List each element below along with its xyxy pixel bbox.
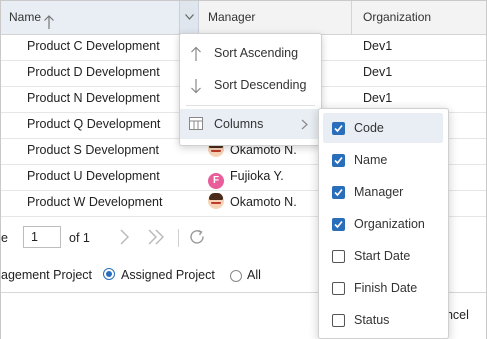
- arrow-up-icon: [190, 46, 202, 65]
- checkbox[interactable]: [332, 122, 345, 135]
- column-toggle-label: Name: [354, 153, 388, 167]
- checkbox[interactable]: [332, 154, 345, 167]
- column-toggle-label: Status: [354, 313, 390, 327]
- check-icon: [334, 124, 343, 133]
- last-page-button[interactable]: [146, 228, 166, 249]
- cell-manager: Okamoto N.: [208, 190, 297, 215]
- column-toggle-label: Start Date: [354, 249, 411, 263]
- column-toggle-status[interactable]: Status: [323, 305, 443, 335]
- check-icon: [334, 188, 343, 197]
- cell-name: Product W Development: [27, 195, 163, 209]
- column-toggle-organization[interactable]: Organization: [323, 209, 443, 239]
- refresh-button[interactable]: [188, 228, 207, 250]
- check-icon: [334, 220, 343, 229]
- menu-item-label: Sort Descending: [214, 78, 307, 92]
- divider: [178, 229, 179, 247]
- column-toggle-manager[interactable]: Manager: [323, 177, 443, 207]
- checkbox[interactable]: [332, 250, 345, 263]
- refresh-icon: [190, 229, 204, 244]
- column-header-manager[interactable]: Manager: [200, 1, 352, 34]
- cell-name: Product N Development: [27, 91, 160, 105]
- menu-item-sort-ascending[interactable]: Sort Ascending: [180, 38, 321, 68]
- manager-name: Fujioka Y.: [230, 169, 284, 183]
- filter-option-all-label[interactable]: All: [247, 268, 261, 282]
- checkbox[interactable]: [332, 186, 345, 199]
- column-toggle-finish-date[interactable]: Finish Date: [323, 273, 443, 303]
- column-header-name-label: Name: [9, 10, 42, 24]
- column-toggle-name[interactable]: Name: [323, 145, 443, 175]
- page-count-label: of 1: [69, 231, 90, 245]
- menu-item-label: Sort Ascending: [214, 46, 299, 60]
- next-page-button[interactable]: [117, 228, 131, 249]
- menu-item-label: Columns: [214, 117, 264, 131]
- column-toggle-label: Code: [354, 121, 384, 135]
- filter-option-assigned-label[interactable]: Assigned Project: [121, 268, 215, 282]
- column-header-name[interactable]: Name: [1, 1, 179, 34]
- grid-header: Name Manager Organization: [1, 1, 486, 35]
- checkbox[interactable]: [332, 282, 345, 295]
- avatar: F: [208, 173, 224, 189]
- column-header-menu: Sort Ascending Sort Descending Columns: [179, 33, 322, 146]
- cell-organization: Dev1: [363, 65, 393, 79]
- cell-name: Product S Development: [27, 143, 160, 157]
- column-header-organization[interactable]: Organization: [353, 1, 486, 34]
- column-toggle-label: Finish Date: [354, 281, 418, 295]
- menu-divider: [186, 105, 315, 106]
- cell-name: Product C Development: [27, 39, 160, 53]
- chevron-right-icon: [301, 119, 308, 133]
- column-toggle-code[interactable]: Code: [323, 113, 443, 143]
- page-label: e: [1, 231, 8, 245]
- columns-icon: [189, 117, 203, 133]
- column-toggle-label: Manager: [354, 185, 404, 199]
- chevron-right-icon: [120, 229, 129, 245]
- filter-radio-assigned[interactable]: [103, 268, 115, 280]
- cell-name: Product D Development: [27, 65, 160, 79]
- cell-name: Product U Development: [27, 169, 160, 183]
- menu-item-sort-descending[interactable]: Sort Descending: [180, 70, 321, 100]
- double-chevron-right-icon: [148, 229, 164, 245]
- column-toggle-label: Organization: [354, 217, 425, 231]
- sort-ascending-icon: [43, 10, 55, 29]
- checkbox[interactable]: [332, 314, 345, 327]
- cell-organization: Dev1: [363, 39, 393, 53]
- cell-manager: F Fujioka Y.: [208, 164, 284, 189]
- menu-item-columns[interactable]: Columns: [180, 109, 321, 139]
- column-toggle-start-date[interactable]: Start Date: [323, 241, 443, 271]
- cell-name: Product Q Development: [27, 117, 161, 131]
- checkbox[interactable]: [332, 218, 345, 231]
- page-number-input[interactable]: 1: [23, 226, 61, 248]
- filter-radio-all[interactable]: [230, 270, 242, 282]
- arrow-down-icon: [190, 78, 202, 97]
- filter-option-management-label[interactable]: agement Project: [1, 268, 92, 282]
- avatar: [208, 193, 224, 209]
- chevron-down-icon: [185, 14, 194, 20]
- columns-submenu: Code Name Manager Organization Start Dat…: [318, 108, 449, 339]
- column-menu-button[interactable]: [179, 1, 199, 34]
- check-icon: [334, 156, 343, 165]
- manager-name: Okamoto N.: [230, 195, 297, 209]
